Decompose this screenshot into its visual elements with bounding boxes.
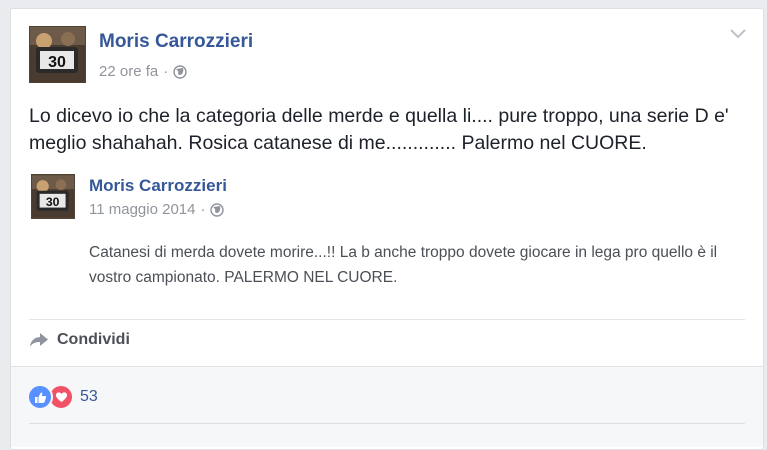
- post-meta: 22 ore fa ·: [99, 63, 187, 80]
- meta-separator: ·: [200, 201, 206, 218]
- shared-post[interactable]: 30 Moris Carrozzieri 11 maggio 2014 · Ca…: [29, 174, 744, 294]
- reactions-bar: 53: [11, 366, 763, 447]
- chevron-down-icon[interactable]: [729, 27, 747, 39]
- shared-post-text: Catanesi di merda dovete morire...!! La …: [89, 244, 718, 286]
- post-card: 30 Moris Carrozzieri 22 ore fa · Lo dice…: [10, 8, 764, 450]
- post-timestamp[interactable]: 22 ore fa: [99, 63, 158, 80]
- shared-post-meta: 11 maggio 2014 ·: [89, 201, 225, 218]
- avatar-image: 30: [30, 27, 85, 82]
- share-arrow-icon: [30, 333, 48, 347]
- author-name[interactable]: Moris Carrozzieri: [99, 31, 253, 53]
- shared-post-timestamp[interactable]: 11 maggio 2014: [89, 201, 195, 218]
- reactions-summary[interactable]: 53: [27, 384, 98, 410]
- avatar-badge: 30: [48, 54, 66, 71]
- author-avatar[interactable]: 30: [29, 26, 86, 83]
- avatar-badge: 30: [46, 195, 60, 209]
- divider: [29, 319, 745, 320]
- reaction-count[interactable]: 53: [80, 388, 98, 406]
- avatar-image: 30: [32, 175, 74, 218]
- share-button[interactable]: Condividi: [29, 331, 130, 349]
- post-text: Lo dicevo io che la categoria delle merd…: [29, 105, 729, 154]
- divider: [29, 423, 745, 424]
- globe-icon[interactable]: [173, 64, 187, 79]
- share-label: Condividi: [57, 331, 130, 348]
- like-reaction-icon: [27, 384, 53, 410]
- shared-author-avatar[interactable]: 30: [31, 174, 75, 219]
- globe-icon[interactable]: [210, 202, 225, 217]
- shared-author-name[interactable]: Moris Carrozzieri: [89, 176, 227, 196]
- meta-separator: ·: [163, 63, 169, 80]
